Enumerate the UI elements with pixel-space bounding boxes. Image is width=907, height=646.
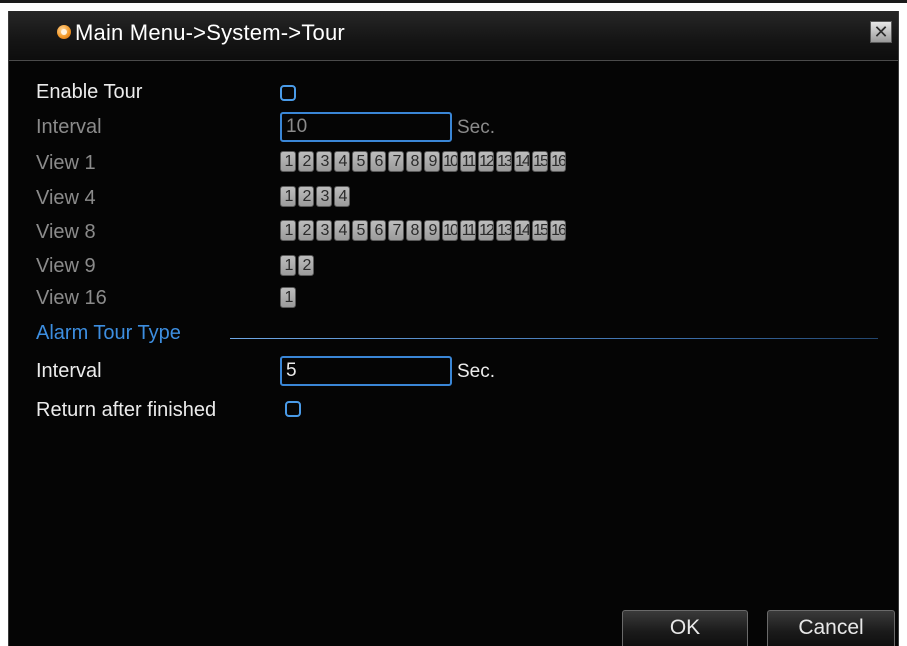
return-after-finished-checkbox[interactable]: [285, 401, 301, 417]
channel-button[interactable]: 4: [334, 186, 350, 207]
channel-button[interactable]: 5: [352, 151, 368, 172]
orange-dot-icon: [57, 25, 71, 39]
channel-button[interactable]: 5: [352, 220, 368, 241]
channel-button[interactable]: 2: [298, 220, 314, 241]
channel-button[interactable]: 16: [550, 151, 566, 172]
channel-button[interactable]: 12: [478, 151, 494, 172]
channel-button[interactable]: 3: [316, 220, 332, 241]
interval-input[interactable]: 10: [280, 112, 452, 142]
channel-button[interactable]: 12: [478, 220, 494, 241]
channel-button[interactable]: 7: [388, 151, 404, 172]
interval-unit: Sec.: [457, 117, 496, 138]
channel-button[interactable]: 4: [334, 220, 350, 241]
view-4-channels: 1234: [280, 186, 350, 207]
view-1-channels: 1 2 3 4 5 6 7 8 9 10 11 12 13 14 15 16: [280, 151, 566, 172]
tour-settings-window: Main Menu->System->Tour ✕ Enable Tour In…: [8, 11, 899, 646]
channel-button[interactable]: 13: [496, 151, 512, 172]
channel-button[interactable]: 3: [316, 186, 332, 207]
channel-button[interactable]: 11: [460, 220, 476, 241]
channel-button[interactable]: 2: [298, 151, 314, 172]
alarm-interval-label: Interval: [36, 360, 102, 382]
view-16-label: View 16: [36, 287, 107, 309]
channel-button[interactable]: 10: [442, 151, 458, 172]
close-icon: ✕: [873, 22, 889, 42]
channel-button[interactable]: 11: [460, 151, 476, 172]
channel-button[interactable]: 9: [424, 151, 440, 172]
channel-button[interactable]: 14: [514, 151, 530, 172]
view-1-label: View 1: [36, 152, 96, 174]
close-button[interactable]: ✕: [870, 21, 892, 43]
channel-button[interactable]: 1: [280, 287, 296, 308]
channel-button[interactable]: 1: [280, 220, 296, 241]
alarm-tour-type-heading: Alarm Tour Type: [36, 322, 181, 344]
channel-button[interactable]: 9: [424, 220, 440, 241]
channel-button[interactable]: 15: [532, 220, 548, 241]
view-16-channels: 1: [280, 287, 296, 308]
channel-button[interactable]: 15: [532, 151, 548, 172]
channel-button[interactable]: 8: [406, 151, 422, 172]
channel-button[interactable]: 6: [370, 220, 386, 241]
channel-button[interactable]: 13: [496, 220, 512, 241]
enable-tour-label: Enable Tour: [36, 81, 143, 103]
window-title: Main Menu->System->Tour: [75, 20, 345, 45]
channel-button[interactable]: 1: [280, 151, 296, 172]
channel-button[interactable]: 6: [370, 151, 386, 172]
channel-button[interactable]: 16: [550, 220, 566, 241]
title-bar: Main Menu->System->Tour ✕: [9, 11, 898, 61]
channel-button[interactable]: 2: [298, 186, 314, 207]
view-9-label: View 9: [36, 255, 96, 277]
channel-button[interactable]: 1: [280, 186, 296, 207]
channel-button[interactable]: 10: [442, 220, 458, 241]
alarm-interval-unit: Sec.: [457, 361, 496, 382]
channel-button[interactable]: 7: [388, 220, 404, 241]
return-after-finished-label: Return after finished: [36, 399, 217, 421]
view-4-label: View 4: [36, 187, 96, 209]
channel-button[interactable]: 4: [334, 151, 350, 172]
view-8-label: View 8: [36, 221, 96, 243]
channel-button[interactable]: 8: [406, 220, 422, 241]
channel-button[interactable]: 14: [514, 220, 530, 241]
channel-button[interactable]: 2: [298, 255, 314, 276]
cancel-button[interactable]: Cancel: [767, 610, 895, 646]
ok-button[interactable]: OK: [622, 610, 748, 646]
alarm-interval-input[interactable]: 5: [280, 356, 452, 386]
section-divider: [230, 338, 878, 339]
top-border-line: [0, 0, 907, 3]
enable-tour-checkbox[interactable]: [280, 85, 296, 101]
interval-label: Interval: [36, 116, 102, 138]
channel-button[interactable]: 1: [280, 255, 296, 276]
view-9-channels: 12: [280, 255, 314, 276]
channel-button[interactable]: 3: [316, 151, 332, 172]
view-8-channels: 1 2 3 4 5 6 7 8 9 10 11 12 13 14 15 16: [280, 220, 566, 241]
